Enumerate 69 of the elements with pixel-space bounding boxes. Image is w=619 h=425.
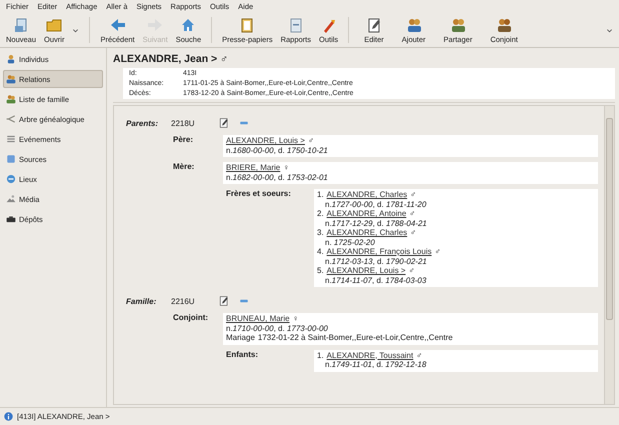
- life-dates: n.1680-00-00, d. 1750-10-21: [226, 146, 329, 155]
- person-link[interactable]: ALEXANDRE, Toussaint: [326, 350, 414, 360]
- people-icon: [6, 94, 16, 104]
- pencil-icon: [366, 17, 382, 33]
- list-number: 1.: [317, 190, 324, 200]
- family-id: 2218U: [171, 118, 196, 128]
- life-dates: n.1717-12-29, d. 1788-04-21: [324, 218, 428, 228]
- pencil-icon[interactable]: [219, 118, 229, 128]
- role-label: Conjoint:: [173, 313, 210, 322]
- person-link[interactable]: ALEXANDRE, Louis >: [226, 136, 305, 146]
- gender-symbol: ♂: [308, 136, 314, 146]
- gender-symbol: ♂: [410, 190, 416, 200]
- person-link[interactable]: ALEXANDRE, Louis >: [326, 266, 406, 276]
- list-icon: [6, 134, 16, 144]
- person-icon: [6, 54, 16, 64]
- family-id: 2216U: [171, 296, 196, 306]
- role-label: Mère:: [173, 162, 196, 171]
- folder-icon: [46, 17, 62, 33]
- person-name: ALEXANDRE, Jean >: [113, 53, 218, 65]
- people-icon: [406, 17, 422, 33]
- people-icon: [6, 74, 16, 84]
- gender-symbol: ♂: [434, 247, 441, 256]
- person-link[interactable]: ALEXANDRE, Antoine: [326, 209, 406, 218]
- gender-symbol: ♂: [408, 266, 415, 276]
- family-label: Famille:: [126, 296, 158, 306]
- document-icon: [13, 17, 30, 33]
- house-icon: [180, 17, 196, 33]
- family-label: Parents:: [126, 118, 160, 128]
- picture-icon: [6, 194, 16, 204]
- role-label: Enfants:: [226, 350, 259, 358]
- gender-symbol: ♂: [410, 228, 416, 238]
- info-icon: [4, 412, 13, 421]
- scrollbar[interactable]: [604, 106, 614, 404]
- people-icon: [450, 17, 466, 33]
- list-number: 3.: [317, 228, 324, 238]
- role-label: Père:: [173, 135, 194, 144]
- person-link[interactable]: ALEXANDRE, François Louis: [326, 247, 432, 256]
- gender-symbol: ♂: [416, 350, 422, 360]
- life-dates: n.1714-11-07, d. 1784-03-03: [324, 276, 428, 285]
- caret-icon[interactable]: [606, 26, 613, 34]
- life-dates: n.1749-11-01, d. 1792-12-18: [324, 360, 428, 370]
- report-icon: [288, 17, 304, 33]
- life-dates: n.1712-03-13, d. 1790-02-21: [324, 256, 428, 266]
- gender-symbol: ♀: [283, 163, 290, 172]
- clipboard-icon: [239, 17, 256, 33]
- gender-symbol: ♂: [220, 53, 228, 65]
- list-number: 5.: [317, 266, 324, 276]
- person-link[interactable]: BRIERE, Marie: [226, 163, 280, 172]
- person-link[interactable]: ALEXANDRE, Charles: [326, 190, 408, 200]
- person-link[interactable]: ALEXANDRE, Charles: [326, 228, 408, 238]
- tree-icon: [6, 114, 16, 124]
- person-link[interactable]: BRUNEAU, Marie: [226, 314, 290, 324]
- list-number: 1.: [317, 350, 324, 360]
- people-icon: [496, 17, 512, 33]
- life-dates: n.1710-00-00, d. 1773-00-00: [226, 324, 329, 333]
- list-number: 4.: [317, 247, 324, 256]
- list-number: 2.: [317, 209, 324, 218]
- gender-symbol: ♀: [292, 314, 299, 324]
- life-dates: n.1682-00-00, d. 1753-02-01: [226, 172, 329, 182]
- box-icon: [6, 214, 16, 224]
- event-label: Mariage: [226, 333, 255, 342]
- life-dates: n. 1725-02-20: [324, 238, 376, 247]
- pencil-icon[interactable]: [219, 296, 229, 306]
- event-value: 1732-01-22 à Saint-Bomer,,Eure-et-Loir,Centre,,Centre: [258, 333, 453, 342]
- life-dates: n.1727-00-00, d. 1781-11-20: [324, 200, 428, 209]
- arrow-left-icon: [110, 17, 126, 33]
- gender-symbol: ♂: [409, 209, 416, 218]
- role-label: Frères et soeurs:: [226, 189, 292, 198]
- caret-icon[interactable]: [72, 26, 80, 34]
